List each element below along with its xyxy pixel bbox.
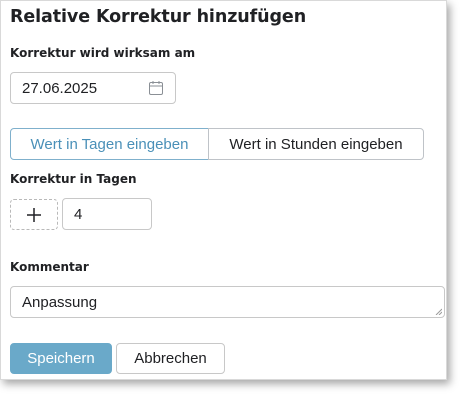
sign-toggle-button[interactable] — [10, 199, 58, 230]
save-button[interactable]: Speichern — [10, 343, 112, 374]
correction-days-value: 4 — [74, 206, 83, 223]
comment-label: Kommentar — [10, 260, 89, 274]
effective-date-label: Korrektur wird wirksam am — [10, 46, 196, 60]
cancel-button[interactable]: Abbrechen — [116, 343, 225, 374]
effective-date-input[interactable]: 27.06.2025 — [10, 72, 176, 104]
comment-textarea[interactable]: Anpassung — [10, 286, 445, 318]
plus-icon — [27, 207, 41, 222]
dialog-title: Relative Korrektur hinzufügen — [10, 7, 307, 27]
tab-hours-mode[interactable]: Wert in Stunden eingeben — [208, 128, 424, 160]
resize-handle-icon[interactable] — [435, 308, 442, 315]
comment-value: Anpassung — [22, 294, 98, 311]
correction-label: Korrektur in Tagen — [10, 172, 137, 186]
relative-correction-dialog: Relative Korrektur hinzufügen Korrektur … — [0, 0, 447, 380]
calendar-icon[interactable] — [149, 81, 163, 95]
effective-date-value: 27.06.2025 — [22, 80, 98, 97]
correction-days-input[interactable]: 4 — [62, 198, 152, 230]
tab-days-mode[interactable]: Wert in Tagen eingeben — [10, 128, 209, 160]
